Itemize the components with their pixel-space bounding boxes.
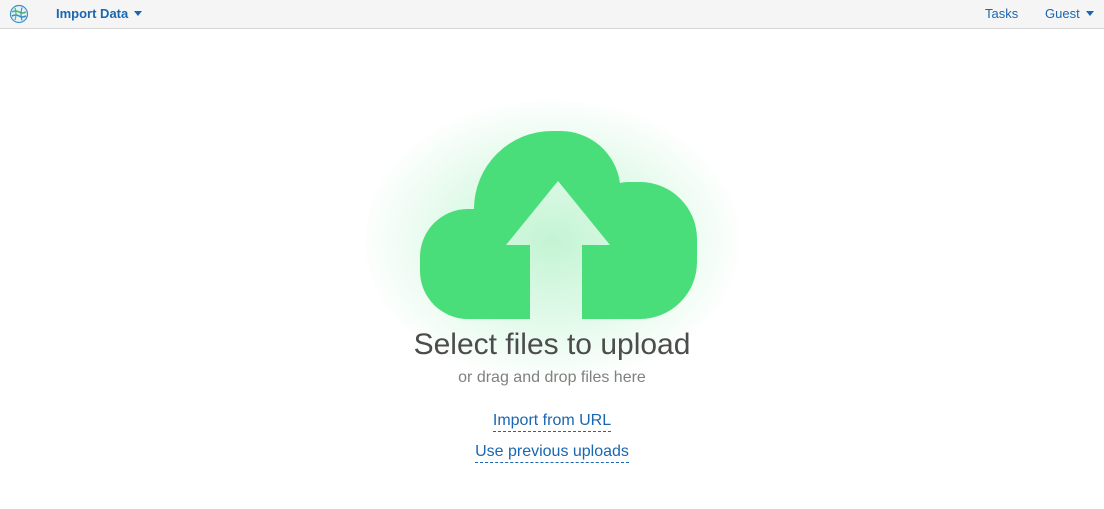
upload-dropzone[interactable]: Select files to upload or drag and drop …: [0, 29, 1104, 509]
import-url-row: Import from URL: [0, 411, 1104, 432]
user-menu-label: Guest: [1045, 6, 1080, 21]
top-navbar: Import Data Tasks Guest: [0, 0, 1104, 29]
previous-uploads-row: Use previous uploads: [0, 442, 1104, 463]
tasks-link[interactable]: Tasks: [985, 0, 1018, 28]
import-data-menu[interactable]: Import Data: [56, 0, 143, 28]
import-data-label: Import Data: [56, 6, 129, 21]
cloud-upload-icon[interactable]: [412, 125, 704, 319]
chevron-down-icon: [1085, 11, 1094, 17]
import-from-url-link[interactable]: Import from URL: [492, 411, 612, 432]
upload-subtitle: or drag and drop files here: [458, 369, 646, 386]
use-previous-uploads-link[interactable]: Use previous uploads: [475, 442, 629, 463]
globe-logo-icon[interactable]: [9, 4, 29, 24]
user-menu[interactable]: Guest: [1045, 0, 1094, 28]
upload-title[interactable]: Select files to upload: [0, 328, 1104, 362]
chevron-down-icon: [134, 11, 143, 17]
